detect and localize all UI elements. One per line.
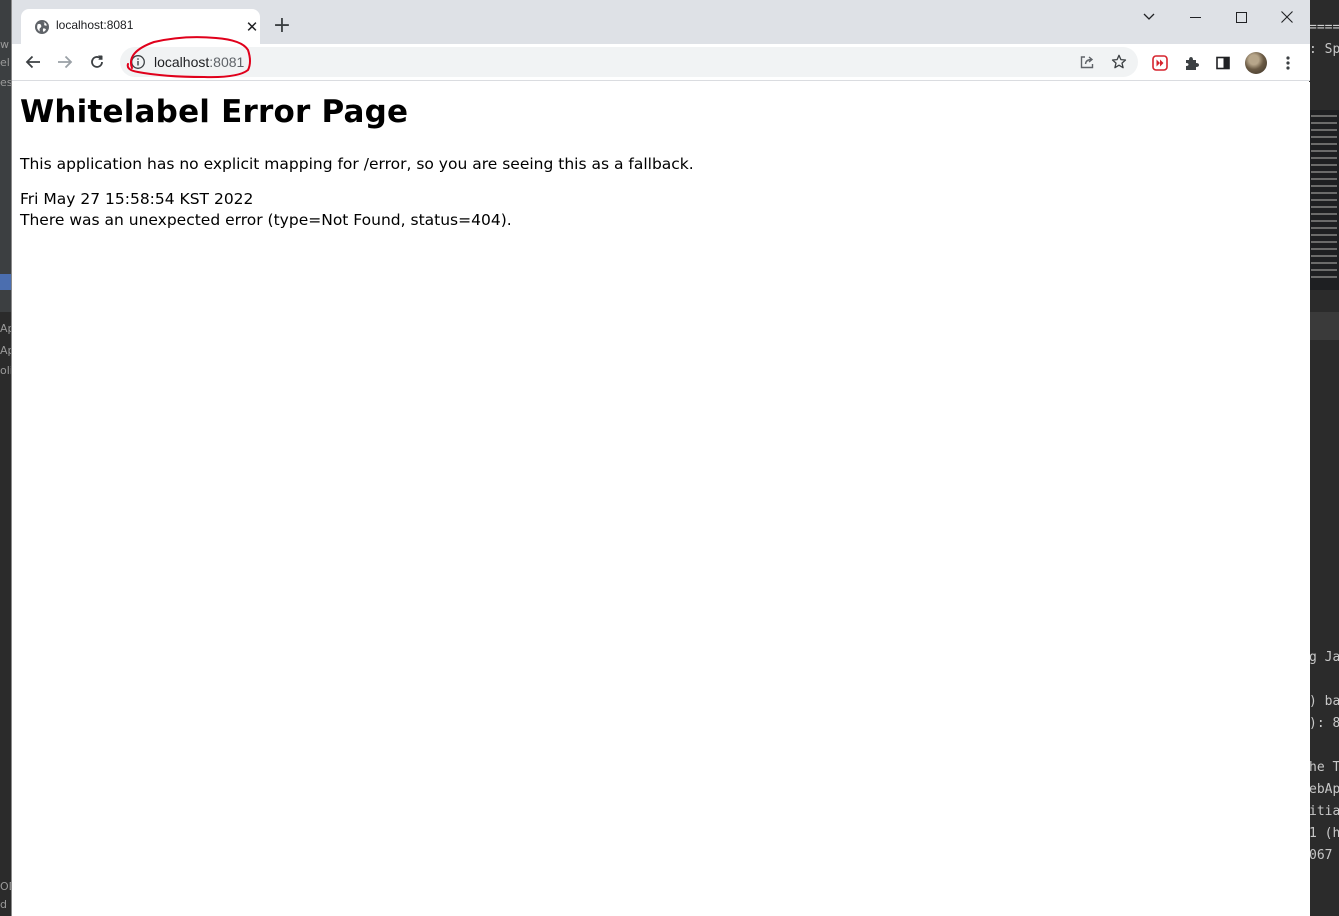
tab-strip: localhost:8081 ✕ + [12, 0, 1310, 44]
background-ide-left: w el es App Ap olic OD d [0, 0, 11, 916]
url-text[interactable]: localhost:8081 [154, 54, 244, 70]
globe-icon [34, 19, 50, 35]
site-info-icon[interactable] [130, 54, 146, 70]
page-content: Whitelabel Error Page This application h… [12, 82, 1310, 916]
minimize-button[interactable] [1172, 4, 1218, 30]
close-icon[interactable]: ✕ [244, 19, 260, 35]
ide-console-minimap [1309, 110, 1339, 290]
ide-code-fragment: 1 (h [1309, 826, 1339, 841]
ide-fragment: d [0, 898, 7, 911]
ide-fragment: App [0, 322, 11, 335]
background-ide-right: ==== : Sp g Ja ) bac ): 8 he T ebAp itia… [1309, 0, 1339, 916]
side-panel-icon[interactable] [1211, 51, 1235, 75]
url-port: :8081 [209, 54, 245, 70]
extension-red-icon[interactable] [1148, 51, 1172, 75]
ide-code-fragment: 067 [1309, 848, 1333, 863]
window-close-button[interactable] [1264, 4, 1310, 30]
ide-panel [0, 312, 11, 916]
error-timestamp: Fri May 27 15:58:54 KST 2022 [20, 190, 254, 208]
ide-code-fragment: ): 8 [1309, 716, 1339, 731]
page-title: Whitelabel Error Page [20, 94, 409, 130]
maximize-button[interactable] [1218, 4, 1264, 30]
forward-arrow-icon[interactable] [51, 48, 79, 76]
more-menu-icon[interactable] [1276, 51, 1300, 75]
ide-fragment: olic [0, 364, 11, 377]
error-message: This application has no explicit mapping… [20, 155, 694, 173]
address-bar[interactable]: localhost:8081 [120, 47, 1138, 77]
browser-window: localhost:8081 ✕ + localhost:8081 Whitel… [11, 0, 1310, 916]
ide-fragment: Ap [0, 344, 11, 357]
ide-code-fragment: ebAp [1309, 782, 1339, 797]
ide-fragment: w [0, 38, 9, 51]
tab-search-chevron-down-icon[interactable] [1126, 4, 1172, 30]
ide-selection [0, 274, 11, 290]
error-status: There was an unexpected error (type=Not … [20, 211, 512, 229]
back-arrow-icon[interactable] [19, 48, 47, 76]
tab-localhost[interactable]: localhost:8081 ✕ [21, 9, 260, 44]
ide-fragment: OD [0, 880, 11, 893]
ide-code-fragment: itia [1309, 804, 1339, 819]
tab-title: localhost:8081 [56, 18, 134, 32]
browser-toolbar: localhost:8081 [12, 44, 1310, 81]
new-tab-button[interactable]: + [270, 15, 294, 39]
ide-code-fragment: g Ja [1309, 650, 1339, 665]
bookmark-star-icon[interactable] [1108, 51, 1130, 73]
ide-fragment: es [0, 76, 11, 89]
ide-code-fragment: he T [1309, 760, 1339, 775]
ide-code-fragment: ==== [1309, 20, 1339, 35]
error-details: Fri May 27 15:58:54 KST 2022 There was a… [20, 189, 1302, 231]
puzzle-extensions-icon[interactable] [1180, 51, 1204, 75]
ide-code-fragment: : Sp [1309, 42, 1339, 57]
url-host: localhost [154, 54, 210, 70]
ide-code-fragment: ) bac [1309, 694, 1339, 709]
ide-fragment: el [0, 56, 10, 69]
share-icon[interactable] [1076, 51, 1098, 73]
ide-band [1309, 312, 1339, 340]
reload-icon[interactable] [83, 48, 111, 76]
profile-avatar[interactable] [1244, 51, 1268, 75]
avatar [1245, 52, 1267, 74]
